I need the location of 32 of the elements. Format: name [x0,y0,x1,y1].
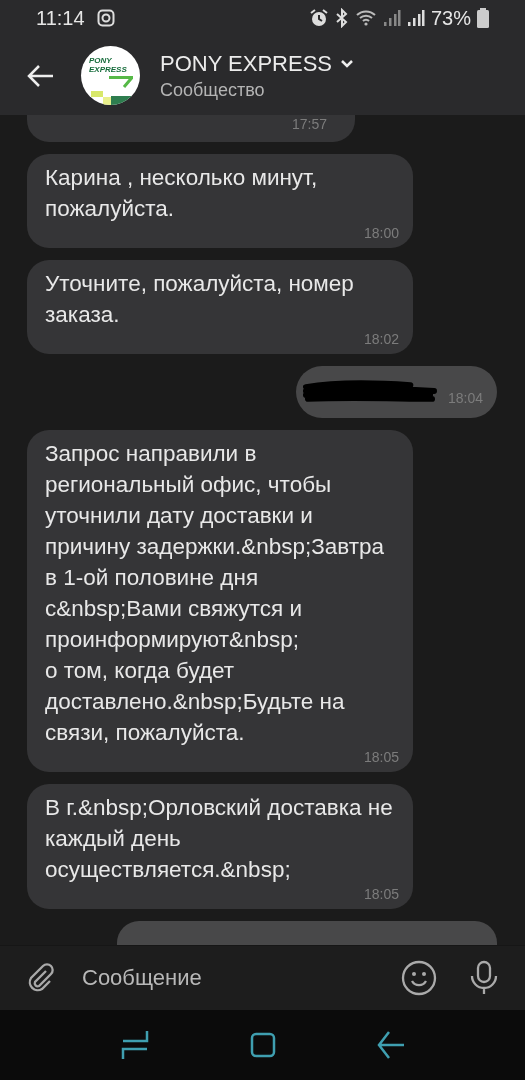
signal-icon [406,9,425,27]
status-time: 11:14 [36,6,85,31]
battery-icon [477,8,489,28]
logo-stripes-icon [91,91,131,105]
microphone-icon[interactable] [469,960,499,996]
chat-subtitle: Сообщество [160,78,266,102]
recent-apps-icon[interactable] [120,1029,149,1061]
message-text: Уточните, пожалуйста, номер заказа. [45,270,355,329]
home-icon[interactable] [249,1032,276,1058]
bluetooth-icon [334,8,349,28]
community-avatar[interactable]: PONY EXPRESS [81,46,140,105]
battery-percent: 73% [430,6,471,31]
camera-app-icon [96,9,115,27]
emoji-icon[interactable] [401,960,437,996]
message-text: Запрос направили в региональный офис, чтобы уточнили дату доставки и причину задержки.&nbsp;Завтра в 1-ой половине дня с&nbsp;Вами свяжутся и проинформируют&nbsp; о том, когда будет доставлено.&nbsp;Будьте на связи, пожалуйста. [45,440,386,747]
message-input[interactable]: Сообщение [82,958,391,998]
message-time: 18:00 [363,224,399,242]
message-text: В г.&nbsp;Орловский доставка не каждый день осуществляется.&nbsp; [45,794,394,884]
message-time: 18:02 [363,330,399,348]
logo-mark-icon [109,76,133,88]
alarm-icon [308,8,329,28]
signal-icon [382,9,401,27]
avatar-logo-text: PONY EXPRESS [89,56,128,74]
message-time: 17:57 [291,115,327,133]
back-icon[interactable] [376,1029,405,1061]
attach-icon[interactable] [26,963,56,993]
wifi-icon [354,9,377,27]
message-time: 18:05 [363,748,399,766]
chevron-down-icon[interactable] [340,59,354,68]
message-text: Карина , несколько минут, пожалуйста. [45,164,319,223]
message-time: 18:05 [363,885,399,903]
chat-title[interactable]: PONY EXPRESS [160,49,332,78]
